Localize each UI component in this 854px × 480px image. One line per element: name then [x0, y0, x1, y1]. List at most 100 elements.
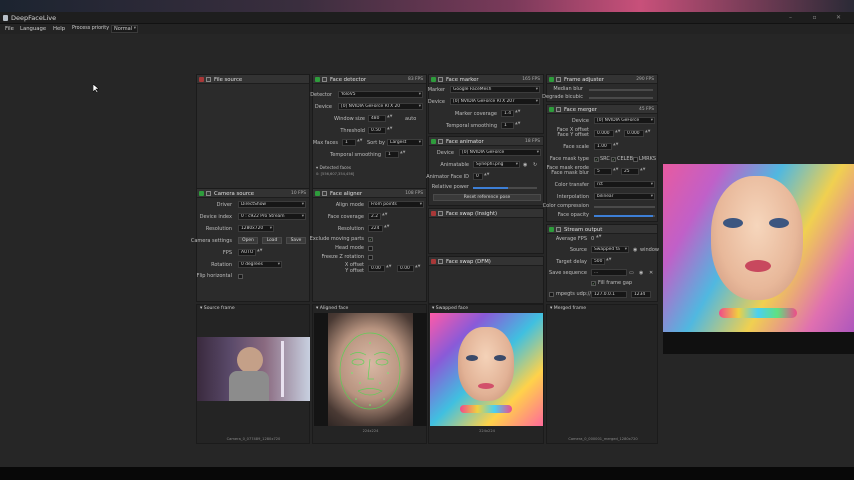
eye-icon[interactable]: ◉ — [639, 270, 643, 276]
mpegts-port-input[interactable]: 1234 — [631, 291, 651, 298]
eye-icon[interactable]: ◉ — [523, 162, 527, 168]
align-mode-select[interactable]: From points — [368, 201, 424, 208]
flip-horizontal-checkbox[interactable] — [238, 274, 243, 279]
panel-checkbox[interactable] — [556, 106, 561, 112]
mask-src-checkbox[interactable]: ✓ — [594, 157, 599, 162]
save-sequence-input[interactable]: ... — [591, 269, 627, 276]
mask-blur-input[interactable]: 25 — [621, 168, 639, 175]
power-icon[interactable] — [431, 138, 436, 144]
power-icon[interactable] — [549, 226, 554, 232]
process-priority-select[interactable]: Normal — [111, 25, 138, 33]
temporal-smoothing-input[interactable]: 1 — [501, 122, 514, 129]
resolution-select[interactable]: 1280x720 — [238, 225, 274, 232]
exclude-moving-parts-checkbox[interactable]: ✓ — [368, 237, 373, 242]
power-icon[interactable] — [199, 76, 204, 82]
spin-icon[interactable]: ▲▼ — [515, 121, 520, 129]
device-select[interactable]: [0] NVIDIA GeForce — [594, 117, 655, 124]
interpolation-select[interactable]: bilinear — [594, 193, 655, 200]
mask-celeb-checkbox[interactable]: ✓ — [611, 157, 616, 162]
delete-icon[interactable]: ✕ — [649, 270, 653, 276]
fill-frame-gap-checkbox[interactable]: ✓ — [591, 281, 596, 286]
reset-reference-pose-button[interactable]: Reset reference pose — [433, 194, 541, 201]
load-button[interactable]: Load — [262, 237, 282, 244]
mask-lmrks-checkbox[interactable] — [633, 157, 638, 162]
power-icon[interactable] — [549, 76, 554, 82]
open-button[interactable]: Open — [238, 237, 258, 244]
maximize-icon[interactable]: ▫ — [810, 14, 819, 21]
panel-checkbox[interactable] — [438, 76, 443, 82]
animator-face-id-input[interactable]: 0 — [473, 173, 483, 180]
spin-icon[interactable]: ▲▼ — [387, 114, 392, 122]
spin-icon[interactable]: ▲▼ — [596, 234, 601, 242]
power-icon[interactable] — [199, 190, 204, 196]
degrade-bicubic-slider[interactable] — [589, 97, 653, 99]
spin-icon[interactable]: ▲▼ — [613, 167, 618, 175]
marker-coverage-input[interactable]: 1.4 — [501, 110, 514, 117]
spin-icon[interactable]: ▲▼ — [357, 138, 362, 146]
panel-checkbox[interactable] — [556, 226, 561, 232]
mpegts-host-input[interactable]: 127.0.0.1 — [591, 291, 627, 298]
target-delay-input[interactable]: 500 — [591, 258, 605, 265]
panel-checkbox[interactable] — [206, 76, 211, 82]
panel-checkbox[interactable] — [206, 190, 211, 196]
fps-input[interactable]: AUTO — [238, 249, 256, 256]
panel-checkbox[interactable] — [322, 76, 327, 82]
color-transfer-select[interactable]: rct — [594, 181, 655, 188]
panel-checkbox[interactable] — [438, 138, 443, 144]
spin-icon[interactable]: ▲▼ — [400, 150, 405, 158]
device-select[interactable]: [0] NVIDIA GeForce — [459, 149, 541, 156]
spin-icon[interactable]: ▲▼ — [384, 224, 389, 232]
median-blur-slider[interactable] — [589, 89, 653, 91]
window-button[interactable]: window — [640, 247, 659, 253]
power-icon[interactable] — [431, 210, 436, 216]
panel-checkbox[interactable] — [556, 76, 561, 82]
y-offset-input[interactable]: 0.00 — [397, 265, 414, 272]
spin-icon[interactable]: ▲▼ — [484, 172, 489, 180]
animatable-select[interactable]: Synephi.png — [473, 161, 520, 168]
mask-erode-input[interactable]: 5 — [594, 168, 612, 175]
head-mode-checkbox[interactable] — [368, 246, 373, 251]
refresh-icon[interactable]: ↻ — [533, 162, 537, 168]
max-faces-input[interactable]: 1 — [342, 139, 356, 146]
detector-select[interactable]: YoloV5 — [338, 91, 423, 98]
spin-icon[interactable]: ▲▼ — [515, 109, 520, 117]
source-select[interactable]: Swapped fa — [591, 246, 629, 253]
freeze-z-rotation-checkbox[interactable] — [368, 255, 373, 260]
folder-icon[interactable]: ▭ — [629, 270, 634, 276]
panel-checkbox[interactable] — [438, 210, 443, 216]
spin-icon[interactable]: ▲▼ — [382, 212, 387, 220]
face-scale-input[interactable]: 1.00 — [594, 143, 612, 150]
panel-checkbox[interactable] — [438, 258, 443, 264]
device-select[interactable]: [0] NVIDIA GeForce RTX 207 — [450, 98, 540, 105]
menu-help[interactable]: Help — [53, 26, 65, 32]
spin-icon[interactable]: ▲▼ — [257, 248, 262, 256]
x-offset-input[interactable]: 0.00 — [368, 265, 385, 272]
device-index-select[interactable]: 0 : c922 Pro Stream — [238, 213, 306, 220]
minimize-icon[interactable]: – — [786, 14, 795, 21]
window-size-input[interactable]: 480 — [368, 115, 386, 122]
eye-icon[interactable]: ◉ — [633, 247, 637, 253]
face-y-offset-input[interactable]: 0.000 — [624, 130, 644, 137]
power-icon[interactable] — [431, 258, 436, 264]
relative-power-slider[interactable] — [473, 187, 537, 189]
spin-icon[interactable]: ▲▼ — [387, 126, 392, 134]
menu-file[interactable]: File — [5, 26, 14, 32]
spin-icon[interactable]: ▲▼ — [415, 264, 420, 272]
menu-language[interactable]: Language — [20, 26, 46, 32]
face-x-offset-input[interactable]: 0.000 — [594, 130, 614, 137]
power-icon[interactable] — [549, 106, 554, 112]
threshold-input[interactable]: 0.50 — [368, 127, 386, 134]
power-icon[interactable] — [315, 190, 320, 196]
mpegts-checkbox[interactable] — [549, 292, 554, 297]
resolution-input[interactable]: 224 — [368, 225, 383, 232]
face-coverage-input[interactable]: 2.2 — [368, 213, 381, 220]
device-select[interactable]: [0] NVIDIA GeForce RTX 20 — [338, 103, 423, 110]
close-icon[interactable]: ✕ — [834, 14, 843, 21]
save-button[interactable]: Save — [286, 237, 306, 244]
spin-icon[interactable]: ▲▼ — [640, 167, 645, 175]
color-compression-slider[interactable] — [594, 206, 655, 208]
marker-select[interactable]: Google FaceMesh — [450, 86, 540, 93]
panel-checkbox[interactable] — [322, 190, 327, 196]
spin-icon[interactable]: ▲▼ — [615, 129, 620, 137]
spin-icon[interactable]: ▲▼ — [645, 129, 650, 137]
